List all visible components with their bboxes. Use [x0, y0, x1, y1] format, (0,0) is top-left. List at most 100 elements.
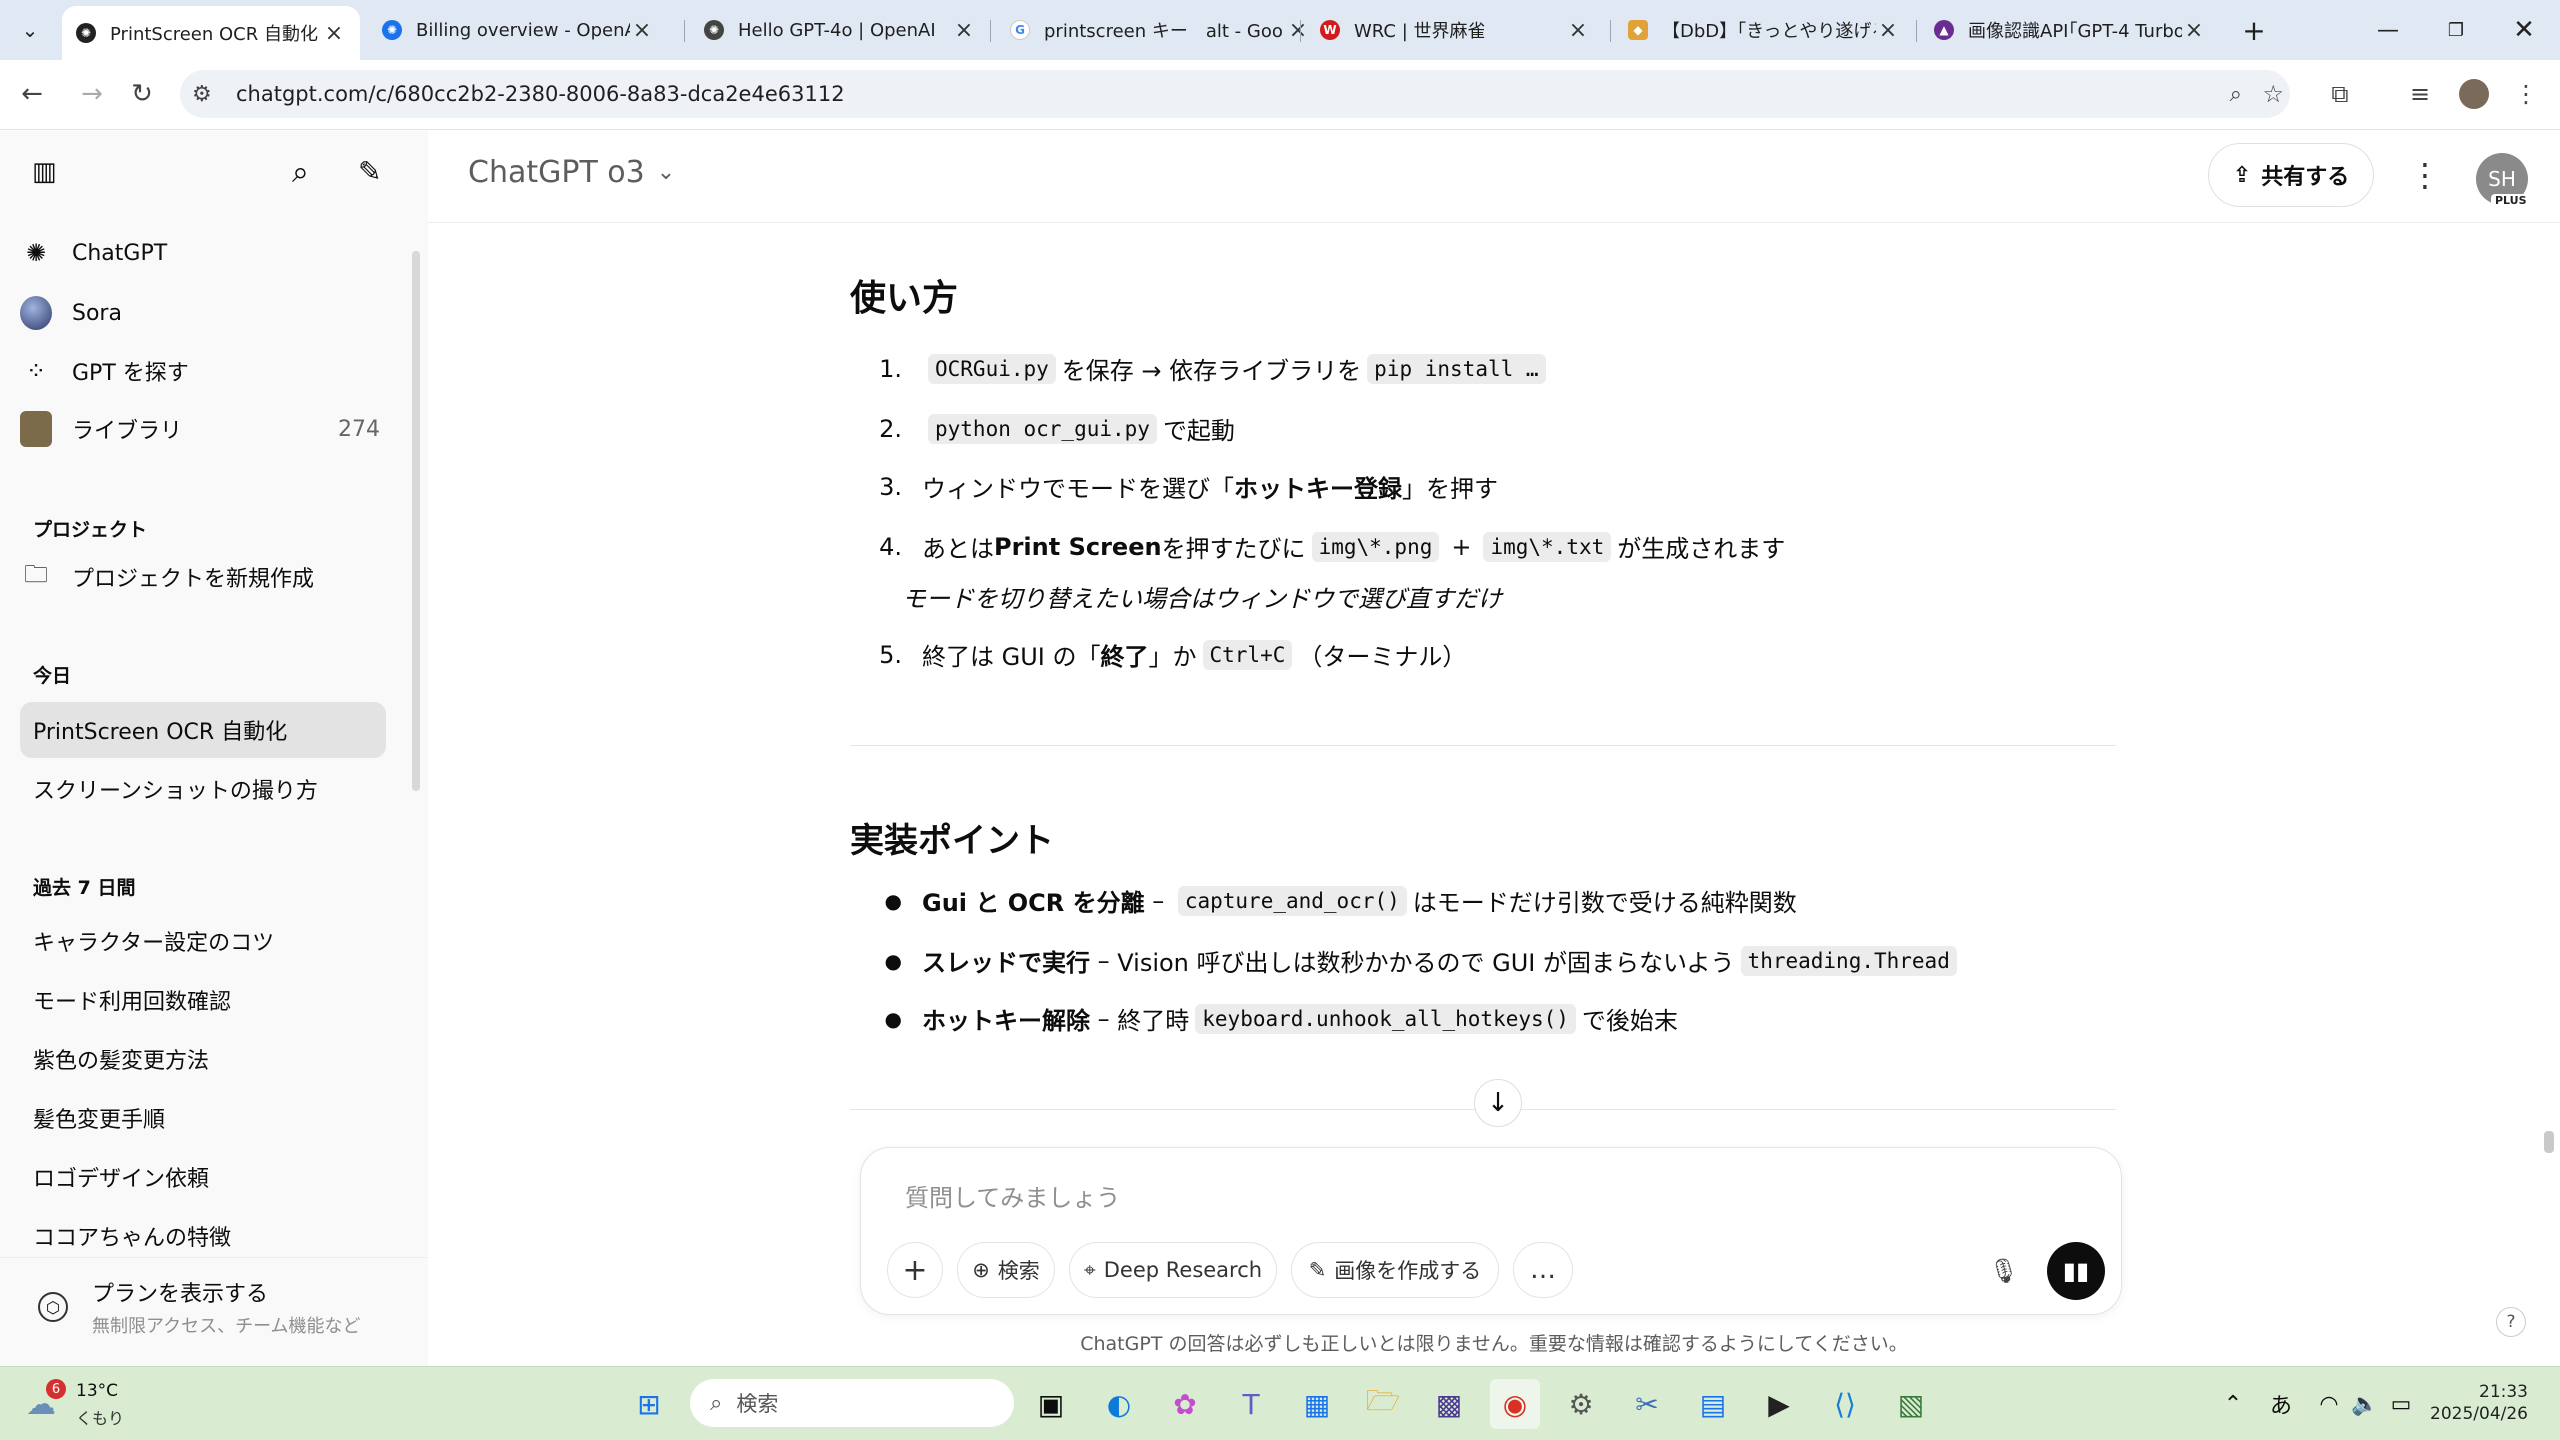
- clock[interactable]: 21:33 2025/04/26: [2428, 1381, 2528, 1425]
- chat-item[interactable]: スクリーンショットの撮り方: [20, 761, 386, 817]
- model-selector[interactable]: ChatGPT o3 ⌄: [468, 155, 675, 190]
- close-tab-icon[interactable]: ×: [952, 18, 976, 43]
- task-view-icon[interactable]: ▣: [1026, 1379, 1076, 1429]
- notepad-icon[interactable]: ▤: [1688, 1379, 1738, 1429]
- tab-hello-gpt4o[interactable]: ✺ Hello GPT-4o | OpenAI ×: [690, 8, 990, 52]
- chat-item[interactable]: 紫色の髪変更方法: [20, 1031, 386, 1087]
- plan-subtitle: 無制限アクセス、チーム機能など: [92, 1316, 361, 1337]
- more-tools-button[interactable]: …: [1513, 1242, 1573, 1298]
- sidebar-item-library[interactable]: ライブラリ 274: [20, 411, 380, 447]
- library-icon: [20, 411, 52, 447]
- chat-item[interactable]: キャラクター設定のコツ: [20, 913, 386, 969]
- disclaimer: ChatGPT の回答は必ずしも正しいとは限りません。重要な情報は確認するように…: [1080, 1333, 1908, 1355]
- ime-indicator[interactable]: あ: [2256, 1379, 2306, 1429]
- settings-gear-icon[interactable]: ⚙: [1556, 1379, 1606, 1429]
- tab-wrc[interactable]: W WRC | 世界麻雀 ×: [1306, 8, 1604, 52]
- new-tab-button[interactable]: +: [2232, 8, 2276, 52]
- url-text[interactable]: chatgpt.com/c/680cc2b2-2380-8006-8a83-dc…: [236, 82, 845, 106]
- snipping-tool-icon[interactable]: ✂: [1622, 1379, 1672, 1429]
- terminal-icon[interactable]: ▶: [1754, 1379, 1804, 1429]
- tray-chevron-up-icon[interactable]: ⌃: [2208, 1379, 2258, 1429]
- list-item: 2. python ocr_gui.py で起動: [879, 413, 1235, 445]
- close-tab-icon[interactable]: ×: [2182, 18, 2206, 43]
- tab-billing-overview[interactable]: ✺ Billing overview - OpenAI ×: [368, 8, 668, 52]
- create-image-button[interactable]: ✎ 画像を作成する: [1291, 1242, 1499, 1298]
- share-icon: ⇪: [2232, 162, 2252, 188]
- sidebar-scrollbar[interactable]: [412, 251, 420, 791]
- plan-title: プランを表示する: [92, 1282, 269, 1307]
- voice-mode-button[interactable]: ▮▮: [2047, 1242, 2105, 1300]
- close-tab-icon[interactable]: ×: [1876, 18, 1900, 43]
- chat-item-active[interactable]: PrintScreen OCR 自動化: [20, 702, 386, 758]
- list-item: 5. 終了は GUI の「 終了 」か Ctrl+C （ターミナル）: [879, 639, 1467, 671]
- taskbar-search[interactable]: ⌕ 検索: [690, 1379, 1014, 1427]
- site-info-icon[interactable]: ⚙: [192, 82, 222, 107]
- start-windows-icon[interactable]: ⊞: [624, 1379, 674, 1429]
- vscode-icon[interactable]: ⟨⟩: [1820, 1379, 1870, 1429]
- chat-item[interactable]: モード利用回数確認: [20, 972, 386, 1028]
- projects-heading: プロジェクト: [33, 519, 148, 541]
- restore-icon[interactable]: ❐: [2426, 8, 2486, 52]
- image-api-icon: ▲: [1934, 20, 1954, 40]
- share-button[interactable]: ⇪ 共有する: [2208, 143, 2374, 207]
- openai-blue-icon: ✺: [382, 20, 402, 40]
- google-icon: G: [1010, 20, 1030, 40]
- zoom-icon[interactable]: ⌕: [2230, 82, 2242, 107]
- reload-icon[interactable]: ↻: [122, 74, 162, 114]
- new-project-button[interactable]: 🗀 プロジェクトを新規作成: [20, 559, 314, 593]
- search-chats-icon[interactable]: ⌕: [292, 155, 309, 190]
- upgrade-plan-button[interactable]: ⬡ プランを表示する 無制限アクセス、チーム機能など: [0, 1257, 428, 1366]
- profile-avatar-icon[interactable]: [2454, 74, 2494, 114]
- sidebar-item-explore-gpts[interactable]: ⁘ GPT を探す: [20, 355, 189, 387]
- extensions-icon[interactable]: ⧉: [2320, 74, 2360, 114]
- tab-google-search[interactable]: G printscreen キー alt - Goo ×: [996, 8, 1324, 52]
- search-button[interactable]: ⊕ 検索: [957, 1242, 1055, 1298]
- microphone-icon[interactable]: 🎙: [1977, 1244, 2031, 1298]
- step-note: モードを切り替えたい場合はウィンドウで選び直すだけ: [902, 585, 1502, 613]
- attach-button[interactable]: +: [887, 1242, 943, 1298]
- deep-research-button[interactable]: ⌖ Deep Research: [1069, 1242, 1277, 1298]
- close-tab-icon[interactable]: ×: [322, 21, 346, 46]
- folder-plus-icon: 🗀: [24, 559, 48, 588]
- sora-icon: [20, 296, 52, 330]
- main-scrollbar[interactable]: [2544, 1131, 2554, 1153]
- app-icon[interactable]: ▩: [1424, 1379, 1474, 1429]
- minimize-icon[interactable]: —: [2358, 8, 2418, 52]
- toggle-sidebar-icon[interactable]: ▥: [32, 157, 57, 187]
- teams-icon[interactable]: T: [1226, 1379, 1276, 1429]
- file-explorer-icon[interactable]: 🗁: [1358, 1379, 1408, 1429]
- tab-title: Billing overview - OpenAI: [416, 19, 630, 41]
- tab-search-dropdown-icon[interactable]: ⌄: [0, 10, 60, 50]
- chat-item[interactable]: ロゴデザイン依頼: [20, 1149, 386, 1205]
- close-tab-icon[interactable]: ×: [630, 18, 654, 43]
- bookmark-star-icon[interactable]: ☆: [2262, 80, 2284, 108]
- weather-temp: 13°C: [76, 1381, 119, 1401]
- back-icon[interactable]: ←: [12, 74, 52, 114]
- today-heading: 今日: [33, 665, 72, 687]
- scroll-to-bottom-button[interactable]: ↓: [1474, 1079, 1522, 1127]
- address-bar[interactable]: ⚙ chatgpt.com/c/680cc2b2-2380-8006-8a83-…: [180, 70, 2290, 118]
- chrome-icon[interactable]: ◉: [1490, 1379, 1540, 1429]
- sidebar-item-sora[interactable]: Sora: [20, 296, 122, 330]
- message-input[interactable]: 質問してみましょう: [905, 1178, 1120, 1213]
- tab-printscreen-ocr[interactable]: ✺ PrintScreen OCR 自動化 ×: [62, 6, 360, 60]
- media-control-icon[interactable]: ≡: [2400, 74, 2440, 114]
- more-options-icon[interactable]: ⋮: [2405, 151, 2445, 199]
- close-window-icon[interactable]: ✕: [2494, 8, 2554, 52]
- close-tab-icon[interactable]: ×: [1566, 18, 1590, 43]
- tab-image-api[interactable]: ▲ 画像認識API｢GPT-4 Turbo ×: [1920, 8, 2220, 52]
- help-icon[interactable]: ?: [2496, 1307, 2526, 1337]
- sidebar-item-chatgpt[interactable]: ✺ ChatGPT: [20, 237, 167, 269]
- new-chat-icon[interactable]: ✎: [358, 155, 381, 188]
- edge-icon[interactable]: ◐: [1094, 1379, 1144, 1429]
- battery-icon[interactable]: ▭: [2376, 1379, 2426, 1429]
- store-icon[interactable]: ▦: [1292, 1379, 1342, 1429]
- python-app-icon[interactable]: ▧: [1886, 1379, 1936, 1429]
- browser-menu-icon[interactable]: ⋮: [2506, 74, 2546, 114]
- chat-item[interactable]: 髪色変更手順: [20, 1090, 386, 1146]
- copilot-icon[interactable]: ✿: [1160, 1379, 1210, 1429]
- tab-dbd[interactable]: ◆ 【DbD】｢きっとやり遂げる｣の ×: [1614, 8, 1914, 52]
- weather-widget[interactable]: ☁ 6 13°C くもり: [26, 1379, 196, 1431]
- chat-item[interactable]: ココアちゃんの特徴: [20, 1208, 386, 1264]
- forward-icon[interactable]: →: [72, 74, 112, 114]
